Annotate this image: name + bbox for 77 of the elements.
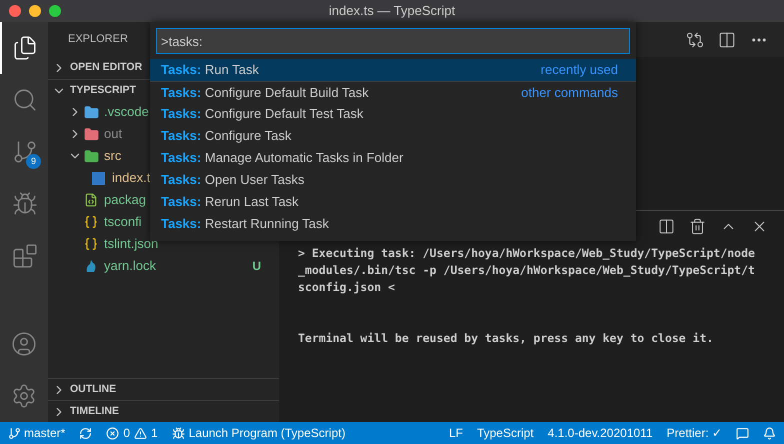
section-header[interactable]: TYPESCRIPT bbox=[70, 82, 136, 98]
zoom-window-button[interactable] bbox=[49, 5, 61, 17]
status-item[interactable]: LF bbox=[448, 424, 463, 442]
search-icon bbox=[12, 87, 38, 113]
bug-icon bbox=[172, 426, 185, 440]
command-label: Tasks: Restart Running Task bbox=[161, 215, 329, 234]
command-label: Tasks: Configure Default Build Task bbox=[161, 84, 369, 102]
branch-icon bbox=[8, 426, 21, 440]
minimize-window-button[interactable] bbox=[29, 5, 41, 17]
section-header[interactable]: TIMELINE bbox=[70, 404, 119, 420]
command-item[interactable]: Tasks: Configure Task bbox=[150, 125, 636, 147]
command-item[interactable]: Tasks: Configure Default Build Task other commands bbox=[150, 81, 636, 103]
command-hint: recently used bbox=[540, 61, 619, 80]
problems-status[interactable]: 0 1 bbox=[106, 424, 158, 442]
split-editor-icon[interactable] bbox=[718, 30, 736, 48]
typescript-file-icon bbox=[92, 172, 105, 184]
command-label: Tasks: Configure Default Test Task bbox=[161, 105, 364, 124]
command-label: Tasks: Configure Task bbox=[161, 127, 292, 146]
error-icon bbox=[106, 426, 120, 440]
tree-item[interactable]: yarn.lock bbox=[104, 256, 156, 276]
error-count: 0 bbox=[123, 425, 130, 442]
branch-status[interactable]: master* bbox=[8, 424, 66, 442]
feedback-icon[interactable] bbox=[736, 426, 749, 440]
branch-icon bbox=[12, 139, 38, 165]
command-item[interactable]: Tasks: Open User Tasks bbox=[150, 169, 636, 191]
tree-item[interactable]: out bbox=[104, 124, 122, 144]
section-header[interactable]: OPEN EDITOR bbox=[70, 60, 142, 76]
command-item[interactable]: Tasks: Manage Automatic Tasks in Folder bbox=[150, 147, 636, 169]
command-label: Tasks: Open User Tasks bbox=[161, 171, 304, 190]
compare-icon[interactable] bbox=[686, 30, 704, 48]
tree-item[interactable]: packag bbox=[104, 190, 146, 210]
braces-icon bbox=[84, 237, 98, 251]
terminal-line: sconfig.json < bbox=[298, 279, 396, 296]
tree-item[interactable]: tsconfi bbox=[104, 212, 142, 232]
launch-status[interactable]: Launch Program (TypeScript) bbox=[172, 424, 346, 442]
bug-icon bbox=[12, 191, 38, 217]
section-header[interactable]: OUTLINE bbox=[70, 382, 116, 398]
braces-icon bbox=[84, 215, 98, 229]
git-status-label: U bbox=[252, 258, 261, 275]
tree-item[interactable]: index.t bbox=[112, 168, 150, 188]
command-item[interactable]: Tasks: Rerun Last Task bbox=[150, 191, 636, 213]
terminal-line: > Executing task: /Users/hoya/hWorkspace/Web_Study/TypeScript/node bbox=[298, 245, 756, 262]
badge: 9 bbox=[26, 154, 41, 169]
sync-icon[interactable] bbox=[79, 426, 92, 440]
bell-icon[interactable] bbox=[763, 426, 776, 440]
blocks-icon bbox=[12, 243, 38, 269]
status-item[interactable]: 4.1.0-dev.20201011 bbox=[548, 424, 653, 442]
command-item[interactable]: Tasks: Configure Default Test Task bbox=[150, 103, 636, 125]
activity-bar-item[interactable]: 9 bbox=[0, 126, 48, 178]
warning-icon bbox=[134, 426, 148, 440]
command-item[interactable]: Tasks: Run Task recently used bbox=[150, 59, 636, 81]
files-icon bbox=[12, 35, 38, 61]
status-item[interactable]: TypeScript bbox=[476, 424, 534, 442]
command-input[interactable]: >tasks: bbox=[156, 28, 630, 54]
terminal-line: Terminal will be reused by tasks, press any key to close it. bbox=[298, 330, 714, 347]
terminal-line: _modules/.bin/tsc -p /Users/hoya/hWorkspace/Web_Study/TypeScript/t bbox=[298, 262, 756, 279]
folder-icon bbox=[84, 126, 99, 142]
split-terminal-icon[interactable] bbox=[658, 218, 675, 234]
command-label: Tasks: Run Task bbox=[161, 61, 259, 80]
settings-icon[interactable] bbox=[11, 383, 37, 409]
command-hint: other commands bbox=[521, 84, 619, 102]
command-item[interactable]: Tasks: Restart Running Task bbox=[150, 213, 636, 235]
close-window-button[interactable] bbox=[9, 5, 21, 17]
command-label: Tasks: Manage Automatic Tasks in Folder bbox=[161, 149, 404, 168]
account-icon[interactable] bbox=[11, 331, 37, 357]
sidebar-title: EXPLORER bbox=[68, 32, 128, 48]
trash-icon[interactable] bbox=[689, 218, 706, 234]
command-label: Tasks: Rerun Last Task bbox=[161, 193, 299, 212]
file-code-icon bbox=[84, 193, 98, 207]
warning-count: 1 bbox=[151, 425, 158, 442]
folder-icon bbox=[84, 148, 99, 164]
window-title: index.ts — TypeScript bbox=[328, 2, 456, 20]
tree-item[interactable]: src bbox=[104, 146, 122, 166]
folder-icon bbox=[84, 104, 99, 120]
tree-item[interactable]: .vscode bbox=[104, 102, 149, 122]
tree-item[interactable]: tslint.json bbox=[104, 234, 158, 254]
status-item[interactable]: Prettier: ✓ bbox=[666, 424, 722, 442]
